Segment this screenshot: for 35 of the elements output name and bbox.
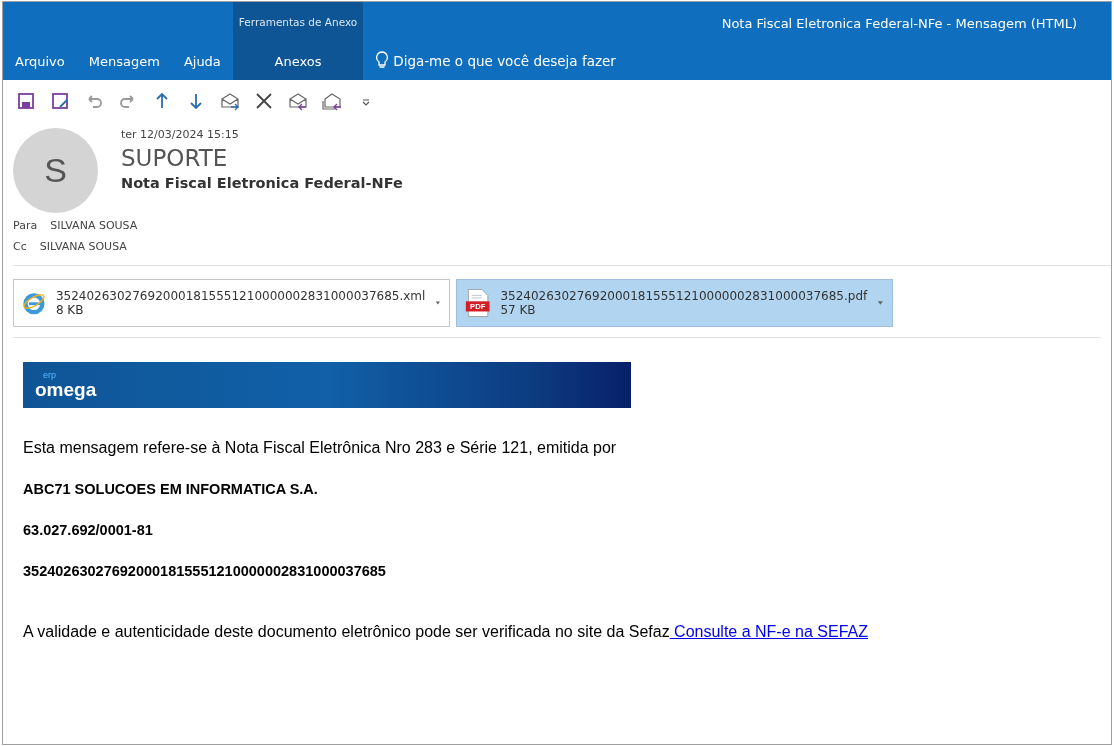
file-name: 352402630276920001815551210000002831000037685.pdf <box>500 289 868 303</box>
ribbon-tab[interactable]: Ferramentas de Anexo Anexos <box>232 2 364 80</box>
to-label: Para <box>13 219 38 232</box>
body-paragraph: 63.027.692/0001-81 <box>23 521 154 540</box>
attachment-item[interactable]: 352402630276920001815551210000002831000037685.xml 8 KB <box>13 279 450 327</box>
body-paragraph: A validade e autenticidade deste documento eletrônico pode ser verificada no site da Sefaz Consulte a NF-e na SEFAZ <box>23 622 869 642</box>
ribbon-tab[interactable]: Mensagem <box>76 2 172 80</box>
body-paragraph: 352402630276920001815551210000002831000037685 <box>23 562 387 581</box>
file-size: 57 KB <box>500 303 537 317</box>
subject-text: Nota Fiscal Eletronica Federal-NFe <box>121 175 403 191</box>
ribbon-tab[interactable]: Arquivo <box>3 2 77 80</box>
avatar: S <box>13 128 98 213</box>
consult-link[interactable]: Consulte a NF-e na SEFAZ <box>669 623 868 640</box>
file-name: 352402630276920001815551210000002831000037685.xml <box>55 289 426 303</box>
lightbulb-icon <box>375 51 390 69</box>
window-title: Nota Fiscal Eletronica Federal-NFe - Mensagem (HTML) <box>721 16 1077 31</box>
context-tab-group-label: Ferramentas de Anexo <box>238 15 358 28</box>
body-paragraph: Esta mensagem refere-se à Nota Fiscal Eletrônica Nro 283 e Série 121, emitida por <box>23 438 618 458</box>
ribbon-tab[interactable]: Ajuda <box>171 2 233 80</box>
logo-small-text: erp <box>43 370 57 380</box>
save-icon[interactable] <box>15 90 37 112</box>
tell-me-search[interactable]: Diga-me o que você deseja fazer <box>363 2 616 80</box>
logo-text: omega <box>35 379 98 400</box>
sender-name: SUPORTE <box>121 145 229 171</box>
edit-icon[interactable] <box>49 90 71 112</box>
recipient-name: SILVANA SOUSA <box>39 240 127 253</box>
pdf-label: PDF <box>470 302 486 312</box>
cc-label: Cc <box>13 240 27 253</box>
body-paragraph: ABC71 SOLUCOES EM INFORMATICA S.A. <box>23 480 319 499</box>
dropdown-caret-icon[interactable] <box>877 300 884 306</box>
date-text: ter 12/03/2024 15:15 <box>121 128 240 141</box>
file-size: 8 KB <box>55 303 85 317</box>
attachment-item[interactable]: PDF 352402630276920001815551210000002831000037685.pdf 57 KB <box>456 279 893 327</box>
dropdown-caret-icon[interactable] <box>435 300 441 306</box>
recipient-name: SILVANA SOUSA <box>50 219 138 232</box>
